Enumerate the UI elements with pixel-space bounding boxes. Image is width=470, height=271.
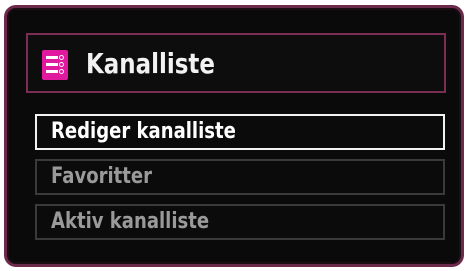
menu-header: Kanalliste [26, 33, 446, 93]
menu-item-edit-channel-list[interactable]: Rediger kanalliste [35, 114, 445, 150]
channel-list-menu: Kanalliste Rediger kanalliste Favoritter… [4, 5, 464, 267]
menu-item-label: Favoritter [51, 164, 153, 189]
menu-item-favourites[interactable]: Favoritter [35, 159, 445, 195]
menu-item-label: Aktiv kanalliste [51, 209, 210, 234]
menu-item-active-channel-list[interactable]: Aktiv kanalliste [35, 204, 445, 240]
menu-item-label: Rediger kanalliste [51, 119, 236, 144]
menu-title: Kanalliste [86, 47, 215, 80]
channel-list-icon [42, 50, 68, 80]
